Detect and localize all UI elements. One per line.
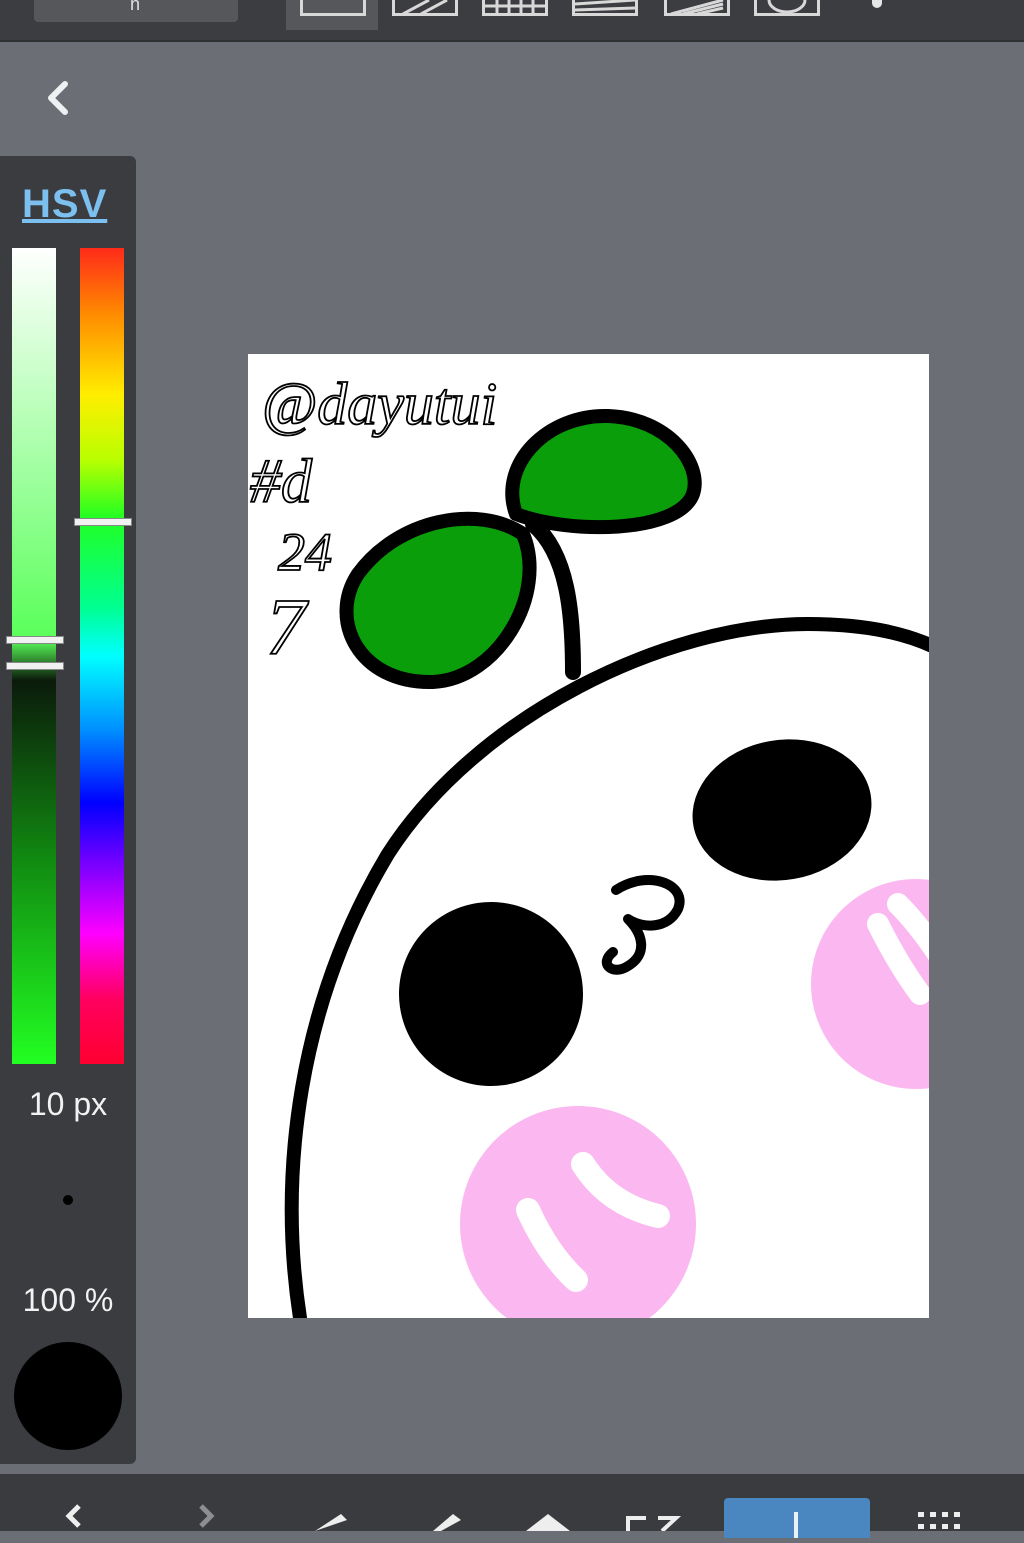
transform-button[interactable] [622, 1474, 682, 1531]
radial-snap-button[interactable] [664, 0, 730, 16]
sprout-stem [525, 516, 581, 680]
brush-size-preview [63, 1195, 73, 1205]
grid-menu-button[interactable] [908, 1474, 968, 1531]
hue-slider[interactable] [80, 248, 124, 1064]
parallel-lines-icon [402, 0, 448, 14]
sprout-leaf-left [339, 511, 537, 690]
transform-icon [626, 1516, 682, 1531]
eyedropper-icon [315, 1514, 347, 1531]
saturation-value-handle-secondary[interactable] [6, 662, 64, 670]
redo-button[interactable] [178, 1474, 238, 1531]
radial-lines-icon [670, 0, 724, 14]
bottom-toolbar [0, 1474, 1024, 1538]
grid-snap-button[interactable] [482, 0, 548, 16]
artwork: @dayutui #d 24 7 [249, 370, 929, 1318]
eraser-button[interactable] [518, 1474, 578, 1531]
more-dots-icon[interactable] [872, 0, 882, 8]
eyedropper-button[interactable] [296, 1474, 356, 1531]
layer-glyph: ñ [130, 0, 141, 14]
layer-button[interactable]: ñ [34, 0, 238, 22]
saturation-value-slider[interactable] [12, 248, 56, 1064]
top-toolbar: ñ [0, 0, 1024, 42]
redo-icon [199, 1504, 215, 1528]
brush-tool-icon [794, 1512, 798, 1538]
signature-handle: @dayutui [262, 371, 497, 437]
mouth [601, 875, 685, 975]
grid-menu-icon [918, 1512, 960, 1529]
signature-tag: #d [250, 448, 313, 516]
signature-number: 7 [266, 584, 309, 672]
eraser-icon [526, 1514, 570, 1531]
current-color-swatch[interactable] [14, 1342, 122, 1450]
snap-off-button[interactable] [286, 0, 378, 30]
brush-size-label[interactable]: 10 px [0, 1086, 136, 1123]
left-eye [399, 902, 583, 1086]
circle-icon [767, 0, 807, 14]
back-button[interactable] [36, 74, 80, 122]
snap-off-icon [300, 0, 366, 16]
undo-button[interactable] [40, 1474, 100, 1531]
perspective-icon [575, 0, 635, 12]
perspective-snap-button[interactable] [572, 0, 638, 16]
hsv-tab[interactable]: HSV [22, 182, 107, 227]
brush-tool-button[interactable] [724, 1498, 870, 1538]
parallel-snap-button[interactable] [392, 0, 458, 16]
chevron-left-icon [48, 81, 68, 115]
sprout-leaf-right [505, 408, 702, 535]
pen-button[interactable] [414, 1474, 474, 1531]
hue-handle[interactable] [74, 518, 132, 526]
grid-icon [485, 0, 545, 14]
color-panel: HSV 10 px 100 % [0, 156, 136, 1464]
signature-day: 24 [278, 522, 332, 582]
undo-icon [65, 1504, 81, 1528]
pen-icon [433, 1514, 461, 1531]
opacity-label[interactable]: 100 % [0, 1282, 136, 1319]
drawing-canvas[interactable]: @dayutui #d 24 7 [248, 354, 929, 1318]
saturation-value-handle[interactable] [6, 636, 64, 644]
right-eye [692, 739, 872, 881]
circle-snap-button[interactable] [754, 0, 820, 16]
